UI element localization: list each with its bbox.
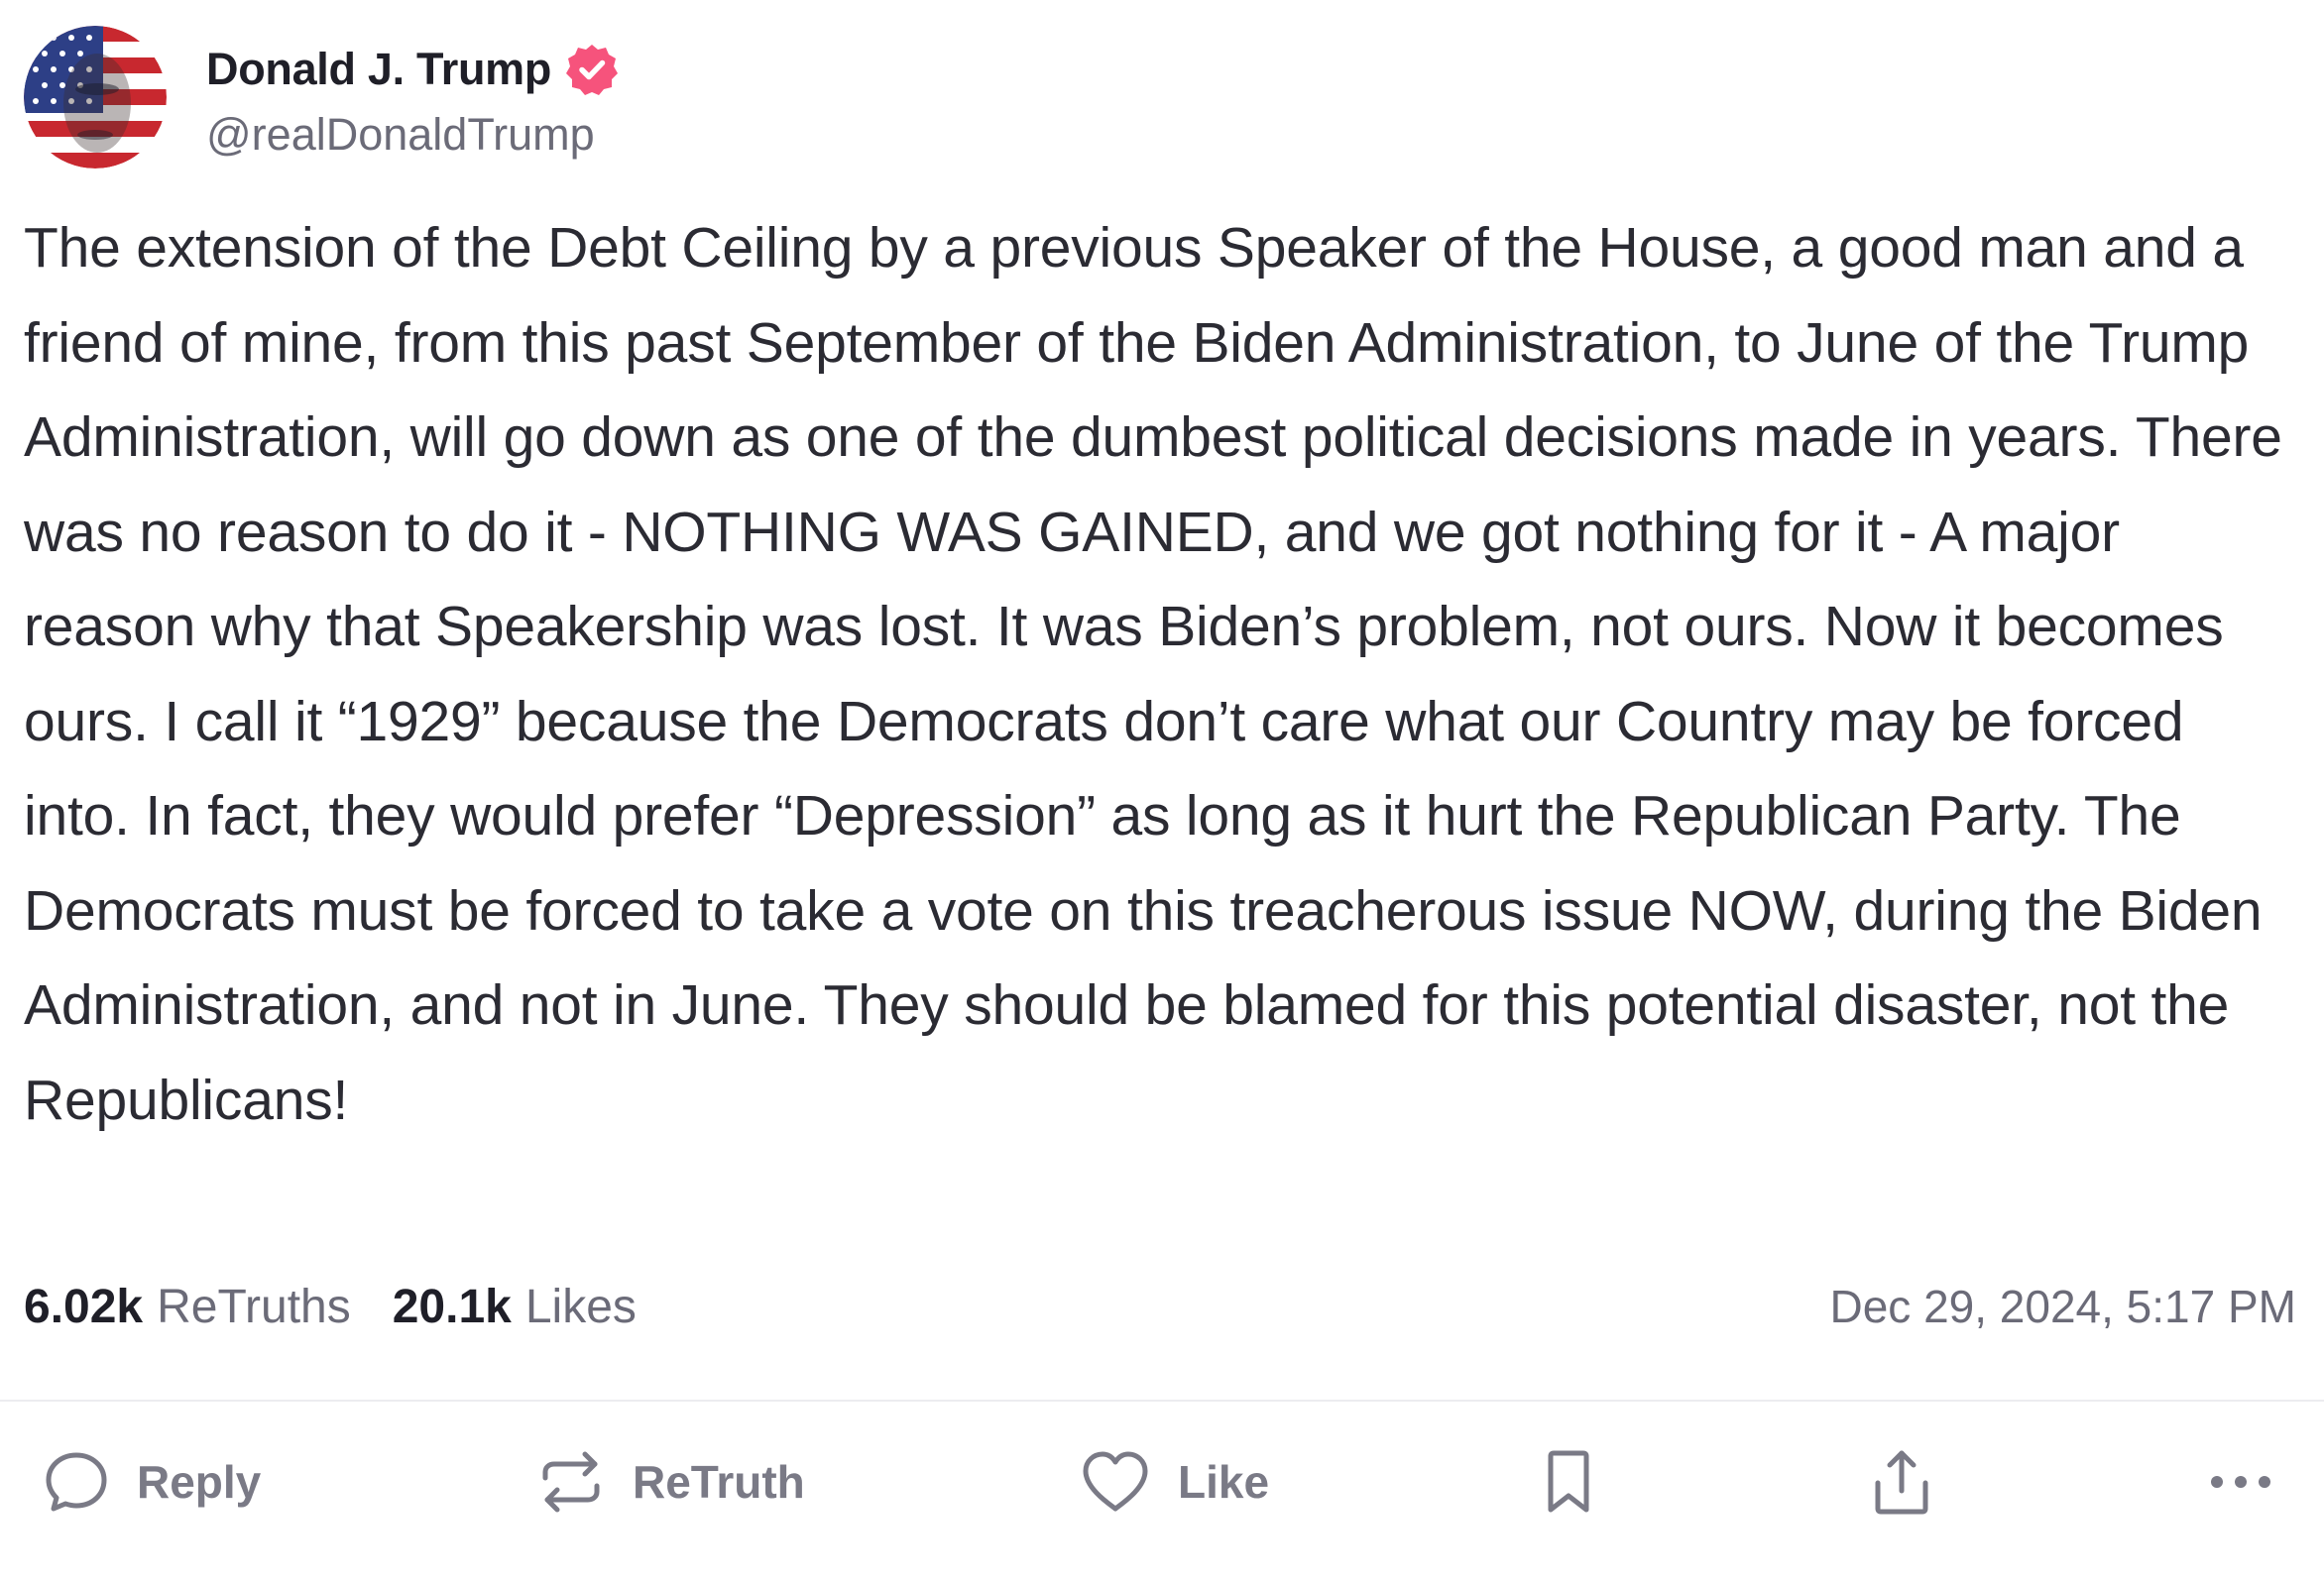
avatar[interactable]: [24, 26, 167, 169]
share-upload-icon: [1870, 1447, 1933, 1517]
retruth-button[interactable]: ReTruth: [537, 1427, 805, 1536]
heart-icon: [1081, 1449, 1150, 1515]
retruth-label: ReTruth: [633, 1456, 805, 1508]
like-label: Like: [1178, 1456, 1270, 1508]
avatar-image: [24, 26, 167, 169]
reply-button[interactable]: Reply: [44, 1427, 261, 1536]
post-header: Donald J. Trump @realDonaldTrump: [24, 26, 619, 169]
more-dots-icon: [2209, 1472, 2272, 1492]
share-button[interactable]: [1870, 1427, 1933, 1536]
action-bar: Reply ReTruth Like: [0, 1427, 2324, 1536]
like-button[interactable]: Like: [1081, 1427, 1269, 1536]
verified-badge-icon: [565, 43, 619, 96]
reply-label: Reply: [137, 1456, 262, 1508]
display-name-row: Donald J. Trump: [206, 34, 619, 105]
post-stats: 6.02k ReTruths 20.1k Likes: [24, 1275, 637, 1338]
author-display-name[interactable]: Donald J. Trump: [206, 44, 551, 95]
likes-count[interactable]: 20.1k: [393, 1280, 512, 1334]
likes-label[interactable]: Likes: [525, 1280, 637, 1334]
bookmark-icon: [1543, 1448, 1594, 1516]
post-text: The extension of the Debt Ceiling by a p…: [24, 216, 2282, 1132]
retruths-count[interactable]: 6.02k: [24, 1280, 143, 1334]
post-timestamp[interactable]: Dec 29, 2024, 5:17 PM: [1829, 1275, 2296, 1338]
bookmark-button[interactable]: [1543, 1427, 1594, 1536]
post-card: Donald J. Trump @realDonaldTrump The ext…: [0, 0, 2324, 1586]
author-names: Donald J. Trump @realDonaldTrump: [206, 34, 619, 161]
more-options-button[interactable]: [2209, 1427, 2272, 1536]
reply-bubble-icon: [44, 1449, 109, 1515]
retruth-arrows-icon: [537, 1448, 605, 1516]
divider: [0, 1400, 2324, 1402]
author-handle[interactable]: @realDonaldTrump: [206, 109, 619, 161]
retruths-label[interactable]: ReTruths: [157, 1280, 351, 1334]
